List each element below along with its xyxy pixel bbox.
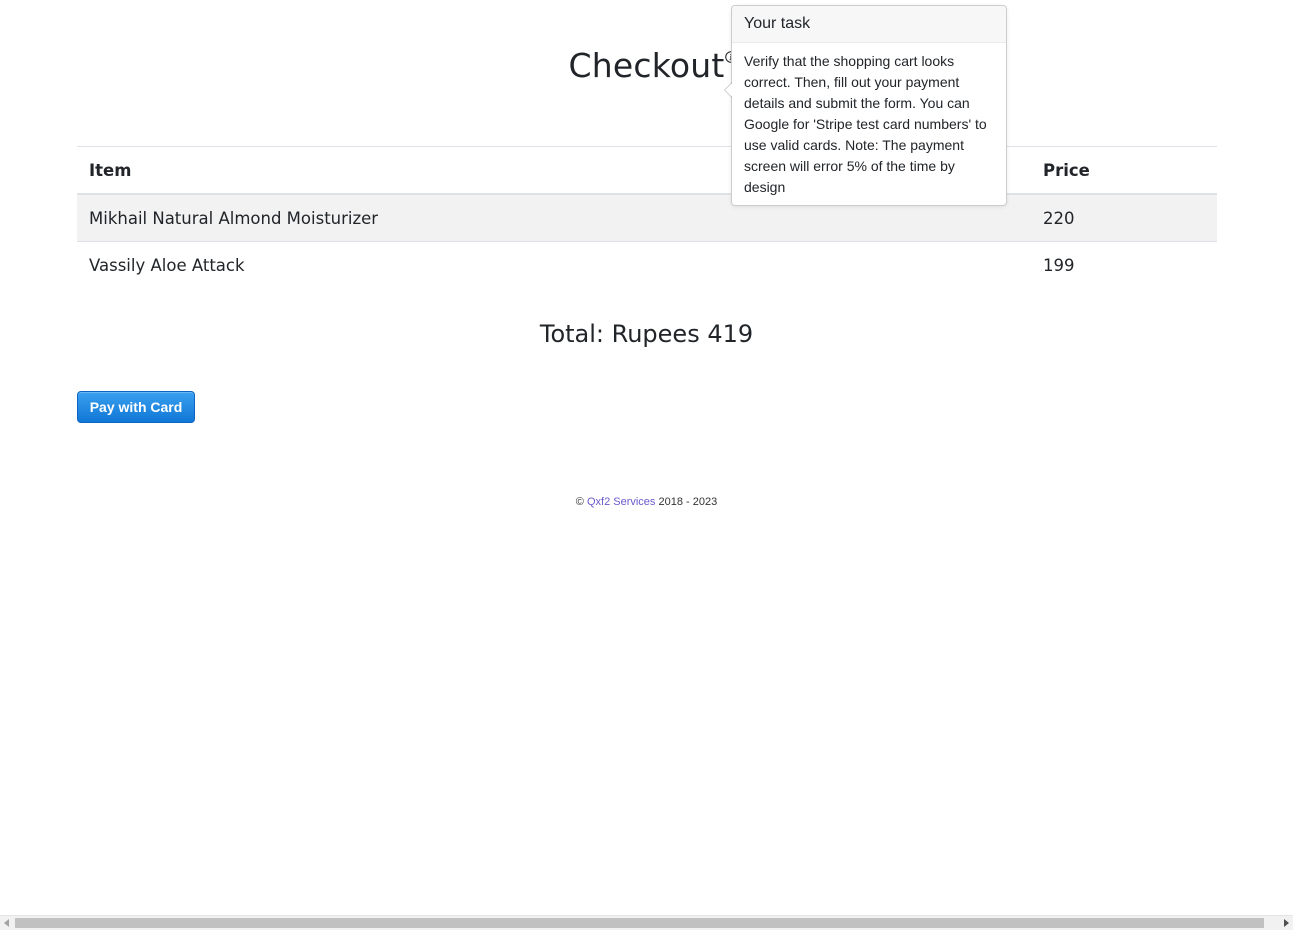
cart-item-price: 199 <box>1031 241 1217 288</box>
cart-item-price: 220 <box>1043 208 1075 228</box>
table-row: Vassily Aloe Attack 199 <box>77 241 1217 288</box>
footer: © Qxf2 Services 2018 - 2023 <box>0 496 1293 508</box>
cart-table-header-row: Item Price <box>77 146 1217 195</box>
total-wrapper: Total: Rupees 419 <box>0 320 1293 348</box>
popover-body: Verify that the shopping cart looks corr… <box>744 53 987 195</box>
scroll-left-icon[interactable] <box>4 919 9 927</box>
table-row: Mikhail Natural Almond Moisturizer 220 <box>77 194 1217 242</box>
popover-title: Your task <box>732 6 1006 43</box>
company-link[interactable]: Qxf2 Services <box>587 496 655 508</box>
popover-arrow <box>724 82 732 98</box>
pay-with-card-button[interactable]: Pay with Card <box>77 391 195 423</box>
checkout-page: Checkout Item Price Mikhail Natural Almo… <box>0 0 1293 930</box>
column-header-price: Price <box>1031 146 1217 195</box>
copyright-symbol: © <box>575 496 584 508</box>
cart-table: Item Price Mikhail Natural Almond Moistu… <box>77 146 1217 288</box>
task-popover: Your task Verify that the shopping cart … <box>724 5 1007 206</box>
cart-total: Total: Rupees 419 <box>539 320 754 348</box>
page-title-text: Checkout <box>568 46 725 85</box>
cart-item-name: Vassily Aloe Attack <box>77 241 1031 288</box>
horizontal-scrollbar[interactable] <box>0 915 1293 930</box>
title-wrapper: Checkout <box>0 46 1293 85</box>
scrollbar-thumb[interactable] <box>15 918 1264 928</box>
scroll-right-icon[interactable] <box>1284 919 1289 927</box>
copyright-years: 2018 - 2023 <box>658 496 718 508</box>
page-title: Checkout <box>568 46 738 85</box>
